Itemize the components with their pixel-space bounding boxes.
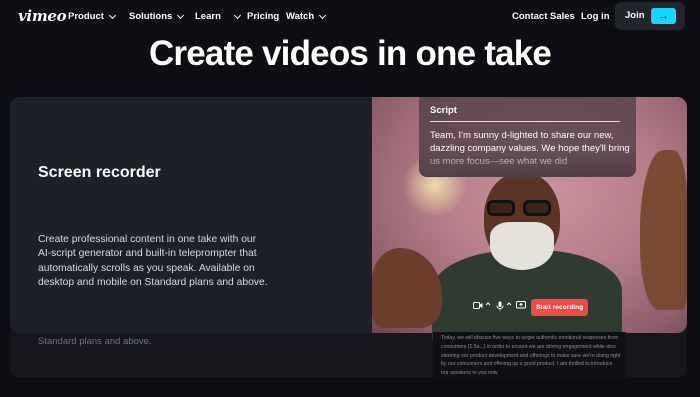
script-fade <box>419 149 636 177</box>
nav-item-label: Learn <box>195 11 221 22</box>
feature-card <box>10 97 374 333</box>
nav-item-label: Solutions <box>129 11 173 22</box>
join-label: Join <box>625 10 645 21</box>
page-title: Create videos in one take <box>148 34 552 73</box>
top-navigation: vimeo Product Solutions Learn Pricing Wa… <box>0 0 700 34</box>
join-button[interactable]: Join → <box>615 2 685 30</box>
screen-share-icon[interactable] <box>516 301 526 310</box>
ghost-description-text: Standard plans and above. <box>38 336 152 347</box>
arrow-right-icon: → <box>651 8 676 24</box>
nav-item-product[interactable]: Product <box>68 11 116 22</box>
nav-item-watch[interactable]: Watch <box>286 11 327 22</box>
nav-item-label: Pricing <box>247 11 280 22</box>
chevron-up-icon[interactable] <box>485 301 491 307</box>
person-hand-right <box>640 150 687 310</box>
teleprompter-script-panel: Script Team, I'm sunny d-lighted to shar… <box>419 97 636 177</box>
script-divider <box>430 121 620 122</box>
chevron-down-icon <box>233 11 241 19</box>
person-beard <box>490 222 554 270</box>
glasses-icon <box>487 200 553 218</box>
feature-description: Create professional content in one take … <box>38 234 268 289</box>
nav-item-learn[interactable]: Learn <box>195 11 241 22</box>
microphone-icon[interactable] <box>496 301 504 311</box>
chevron-down-icon <box>108 11 116 19</box>
feature-title: Screen recorder <box>38 164 161 181</box>
nav-item-solutions[interactable]: Solutions <box>129 11 185 22</box>
chevron-down-icon <box>319 11 327 19</box>
script-title: Script <box>430 105 457 116</box>
nav-item-label: Watch <box>286 11 315 22</box>
vimeo-logo[interactable]: vimeo <box>18 7 67 25</box>
chevron-up-icon[interactable] <box>506 301 512 307</box>
mobile-script-text: Today, we will discuss five ways to targ… <box>441 335 621 377</box>
nav-item-label: Product <box>68 11 104 22</box>
nav-item-pricing[interactable]: Pricing <box>247 11 279 22</box>
chevron-down-icon <box>177 11 185 19</box>
login-link[interactable]: Log in <box>581 11 610 22</box>
start-recording-button[interactable]: Start recording <box>531 299 588 316</box>
camera-icon[interactable] <box>473 301 483 310</box>
contact-sales-link[interactable]: Contact Sales <box>512 11 575 22</box>
